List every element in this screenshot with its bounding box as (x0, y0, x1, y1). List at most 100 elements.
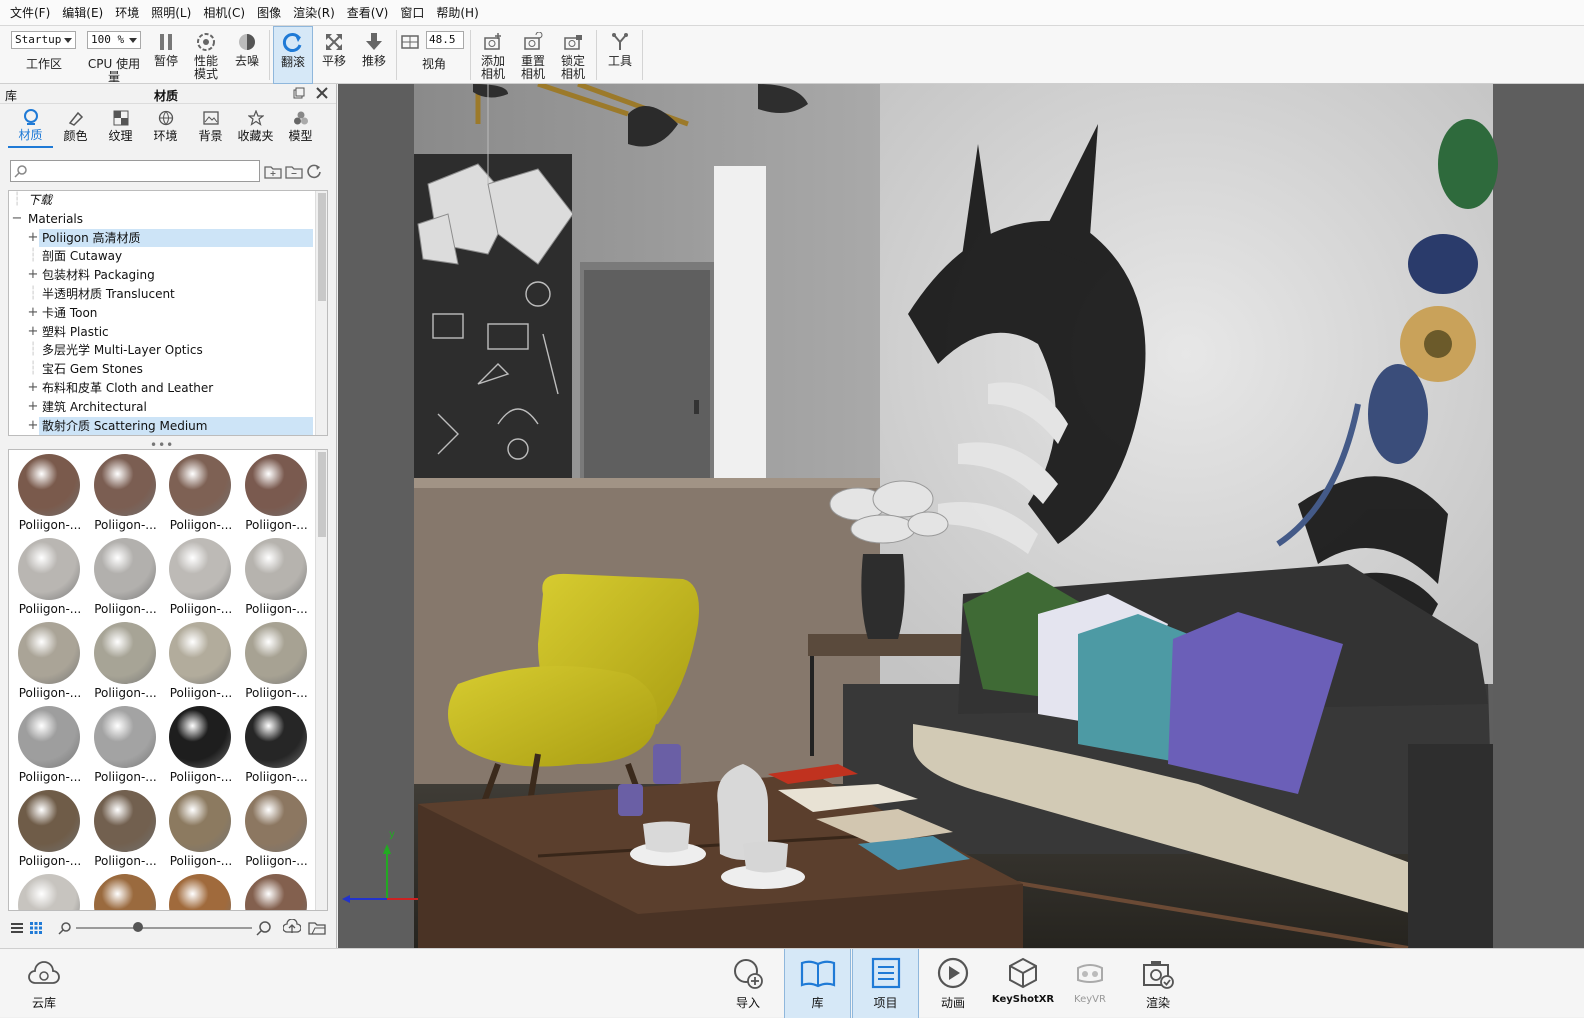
material-thumbnail[interactable]: Poliigon-... (13, 704, 83, 786)
animation-button[interactable]: 动画 (929, 949, 977, 1018)
add-camera-button[interactable]: 添加 相机 (474, 26, 512, 84)
list-view-icon[interactable] (10, 921, 24, 938)
pan-button[interactable]: 平移 (316, 26, 352, 84)
tumble-button[interactable]: 翻滚 (273, 26, 313, 84)
add-folder-icon[interactable] (264, 163, 282, 182)
material-thumbnail[interactable]: Poliigon-... (164, 704, 234, 786)
material-thumbnail[interactable]: Poliigon-... (89, 536, 159, 618)
slider-handle[interactable] (133, 922, 143, 932)
material-thumbnail[interactable]: Poliigon-... (164, 872, 234, 910)
grid-scrollbar[interactable] (315, 450, 327, 910)
tree-item[interactable]: ┆ 剖面 Cutaway (9, 247, 327, 266)
material-thumbnail[interactable]: Poliigon-... (89, 620, 159, 702)
expand-icon[interactable]: + (27, 398, 39, 417)
backplates-icon (202, 109, 220, 127)
cloud-upload-icon[interactable] (282, 918, 302, 938)
menu-item-1[interactable]: 编辑(E) (56, 0, 109, 26)
library-button[interactable]: 库 (784, 949, 851, 1018)
keyshotxr-button[interactable]: KeyShotXR (992, 949, 1054, 1018)
remove-folder-icon[interactable] (285, 163, 303, 182)
material-thumbnail[interactable]: Poliigon-... (89, 704, 159, 786)
tree-item[interactable]: ┆ 下载 (9, 191, 327, 210)
project-button[interactable]: 项目 (852, 949, 919, 1018)
material-thumbnail[interactable]: Poliigon-... (164, 620, 234, 702)
tree-item-label: Materials (28, 211, 84, 226)
material-thumbnail[interactable]: Poliigon-... (13, 872, 83, 910)
grid-view-icon[interactable] (29, 921, 43, 938)
reset-camera-button[interactable]: 重置 相机 (514, 26, 552, 84)
menu-item-6[interactable]: 渲染(R) (287, 0, 341, 26)
dolly-button[interactable]: 推移 (356, 26, 392, 84)
menu-item-5[interactable]: 图像 (251, 0, 287, 26)
material-thumbnail[interactable]: Poliigon-... (164, 536, 234, 618)
material-thumbnail[interactable]: Poliigon-... (13, 620, 83, 702)
material-thumbnail[interactable]: Poliigon-... (13, 536, 83, 618)
tree-item[interactable]: + 卡通 Toon (9, 304, 327, 323)
tree-item[interactable]: ┆ 宝石 Gem Stones (9, 360, 327, 379)
tab-materials[interactable]: 材质 (8, 104, 53, 148)
expand-icon[interactable]: + (27, 266, 39, 285)
refresh-icon[interactable] (306, 163, 322, 182)
material-thumbnail[interactable]: Poliigon-... (89, 788, 159, 870)
tools-button[interactable]: 工具 (602, 26, 638, 84)
material-thumbnail[interactable]: Poliigon-... (164, 788, 234, 870)
lock-camera-button[interactable]: 锁定 相机 (554, 26, 592, 84)
tree-item[interactable]: ┆ 多层光学 Multi-Layer Optics (9, 341, 327, 360)
material-thumbnail[interactable]: Poliigon-... (240, 620, 310, 702)
tree-item[interactable]: + 建筑 Architectural (9, 398, 327, 417)
expand-icon[interactable]: + (27, 229, 39, 248)
material-thumbnail[interactable]: Poliigon-... (13, 788, 83, 870)
material-thumbnail[interactable]: Poliigon-... (240, 704, 310, 786)
folder-open-icon[interactable] (308, 920, 326, 939)
material-thumbnail[interactable]: Poliigon-... (240, 872, 310, 910)
undock-icon[interactable] (293, 87, 305, 102)
material-thumbnail[interactable]: Poliigon-... (240, 536, 310, 618)
tree-item[interactable]: + Poliigon 高清材质 (9, 228, 327, 248)
tree-item[interactable]: + 散射介质 Scattering Medium (9, 416, 327, 435)
render-button[interactable]: 渲染 (1134, 949, 1182, 1018)
search-input[interactable] (10, 160, 260, 182)
menu-item-4[interactable]: 相机(C) (197, 0, 251, 26)
fov-field[interactable]: 48.5 (426, 31, 464, 49)
cpu-usage-select[interactable]: 100 % (87, 31, 141, 49)
material-thumbnail[interactable]: Poliigon-... (89, 872, 159, 910)
material-thumbnail[interactable]: Poliigon-... (240, 452, 310, 534)
collapse-icon[interactable]: − (11, 210, 23, 229)
menu-item-3[interactable]: 照明(L) (145, 0, 197, 26)
menu-item-9[interactable]: 帮助(H) (430, 0, 484, 26)
tab-models[interactable]: 模型 (278, 104, 323, 148)
tree-item[interactable]: − Materials (9, 210, 327, 229)
material-thumbnail[interactable]: Poliigon-... (89, 452, 159, 534)
expand-icon[interactable]: + (27, 417, 39, 435)
tree-item[interactable]: + 包装材料 Packaging (9, 266, 327, 285)
keyvr-button[interactable]: KeyVR (1066, 949, 1114, 1018)
menu-item-0[interactable]: 文件(F) (4, 0, 56, 26)
import-button[interactable]: 导入 (724, 949, 772, 1018)
tree-item[interactable]: + 塑料 Plastic (9, 323, 327, 342)
render-viewport[interactable]: y (338, 84, 1584, 948)
thumbnail-size-slider[interactable] (76, 927, 252, 929)
expand-icon[interactable]: + (27, 379, 39, 398)
cloud-library-button[interactable]: 云库 (20, 949, 68, 1018)
material-thumbnail[interactable]: Poliigon-... (164, 452, 234, 534)
tab-backplates[interactable]: 背景 (188, 104, 233, 148)
pause-button[interactable]: 暂停 (150, 26, 182, 84)
denoise-button[interactable]: 去噪 (229, 26, 265, 84)
expand-icon[interactable]: + (27, 323, 39, 342)
tree-item[interactable]: ┆ 半透明材质 Translucent (9, 285, 327, 304)
menu-item-8[interactable]: 窗口 (394, 0, 430, 26)
tree-item[interactable]: + 布料和皮革 Cloth and Leather (9, 379, 327, 398)
tab-textures[interactable]: 纹理 (98, 104, 143, 148)
tab-favorites[interactable]: 收藏夹 (233, 104, 278, 148)
tab-colors[interactable]: 颜色 (53, 104, 98, 148)
tab-environments[interactable]: 环境 (143, 104, 188, 148)
menu-item-7[interactable]: 查看(V) (341, 0, 395, 26)
expand-icon[interactable]: + (27, 304, 39, 323)
material-thumbnail[interactable]: Poliigon-... (240, 788, 310, 870)
workspace-select[interactable]: Startup (11, 31, 76, 49)
material-thumbnail[interactable]: Poliigon-... (13, 452, 83, 534)
tree-scrollbar[interactable] (315, 191, 327, 435)
menu-item-2[interactable]: 环境 (109, 0, 145, 26)
performance-mode-button[interactable]: 性能 模式 (187, 26, 225, 84)
close-icon[interactable] (316, 87, 328, 102)
